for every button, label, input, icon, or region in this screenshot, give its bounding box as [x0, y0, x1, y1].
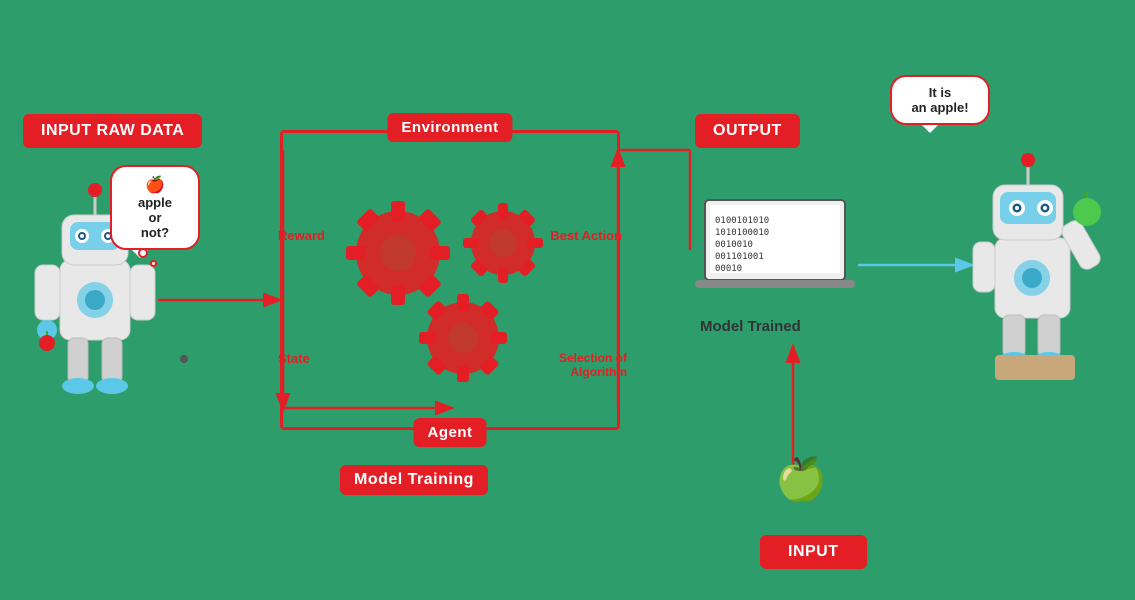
model-training-badge: Model Training [340, 465, 488, 495]
environment-badge: Environment [387, 113, 512, 142]
input-badge: INPUT [760, 535, 867, 569]
svg-text:00010: 00010 [715, 264, 742, 274]
gears-icon [323, 163, 583, 403]
bubble-dot-1 [138, 248, 148, 258]
output-badge: OUTPUT [695, 114, 800, 148]
input-raw-data-badge: INPUT RAW DATA [23, 114, 202, 148]
model-trained-label: Model Trained [700, 318, 801, 335]
svg-text:1010100010: 1010100010 [715, 228, 769, 238]
bubble-dot-2 [150, 260, 157, 267]
input-apple-icon: 🍏 [775, 455, 827, 504]
agent-badge: Agent [414, 418, 487, 447]
state-label: State [278, 351, 310, 366]
right-speech-bubble: It isan apple! [890, 75, 990, 125]
laptop-display: 0100101010 1010100010 0010010 001101001 … [695, 195, 855, 305]
left-speech-bubble: 🍎 appleornot? [110, 165, 200, 250]
flow-dot [180, 355, 188, 363]
laptop-icon: 0100101010 1010100010 0010010 001101001 … [695, 195, 855, 305]
svg-text:0100101010: 0100101010 [715, 216, 769, 226]
diagram-box: Environment Agent Reward State Best Acti… [280, 130, 620, 430]
right-robot [965, 130, 1105, 390]
reward-label: Reward [278, 228, 325, 243]
svg-text:001101001: 001101001 [715, 252, 764, 262]
svg-text:0010010: 0010010 [715, 240, 753, 250]
